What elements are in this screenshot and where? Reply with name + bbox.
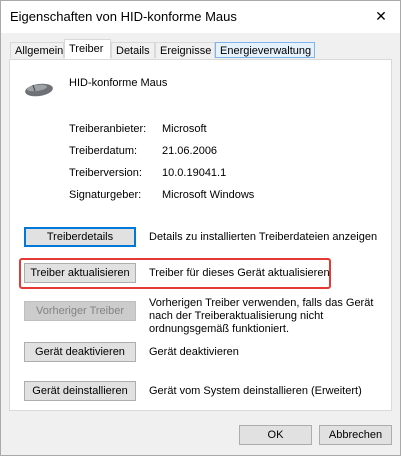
signer-value: Microsoft Windows	[162, 189, 255, 201]
driver-details-button[interactable]: Treiberdetails	[24, 227, 136, 247]
driver-date-label: Treiberdatum:	[69, 145, 138, 157]
cancel-button[interactable]: Abbrechen	[319, 425, 392, 445]
dialog-window: Eigenschaften von HID-konforme Maus ✕ Al…	[0, 0, 401, 456]
tab-details[interactable]: Details	[111, 42, 155, 58]
device-name: HID-konforme Maus	[69, 77, 168, 89]
tab-ereignisse[interactable]: Ereignisse	[155, 42, 215, 58]
tab-treiber[interactable]: Treiber	[64, 39, 111, 59]
signer-label: Signaturgeber:	[69, 189, 142, 201]
disable-device-button[interactable]: Gerät deaktivieren	[24, 342, 136, 362]
driver-version-value: 10.0.19041.1	[162, 167, 227, 179]
window-title: Eigenschaften von HID-konforme Maus	[10, 9, 237, 24]
driver-details-description: Details zu installierten Treiberdateien …	[149, 231, 378, 243]
tab-energieverwaltung[interactable]: Energieverwaltung	[215, 42, 315, 58]
uninstall-device-button[interactable]: Gerät deinstallieren	[24, 381, 136, 401]
rollback-driver-button[interactable]: Vorheriger Treiber	[24, 301, 136, 321]
driver-provider-value: Microsoft	[162, 123, 207, 135]
driver-date-value: 21.06.2006	[162, 145, 218, 157]
driver-provider-label: Treiberanbieter:	[69, 123, 147, 135]
rollback-driver-description: Vorherigen Treiber verwenden, falls das …	[149, 297, 374, 335]
close-icon: ✕	[375, 7, 387, 24]
ok-button[interactable]: OK	[239, 425, 312, 445]
disable-device-description: Gerät deaktivieren	[149, 346, 239, 358]
close-button[interactable]: ✕	[368, 5, 394, 27]
title-bar: Eigenschaften von HID-konforme Maus ✕	[1, 1, 400, 33]
mouse-icon	[23, 81, 55, 102]
highlight-box	[19, 258, 331, 289]
tab-allgemein[interactable]: Allgemein	[10, 42, 64, 58]
uninstall-device-description: Gerät vom System deinstallieren (Erweite…	[149, 385, 362, 397]
driver-version-label: Treiberversion:	[69, 167, 142, 179]
